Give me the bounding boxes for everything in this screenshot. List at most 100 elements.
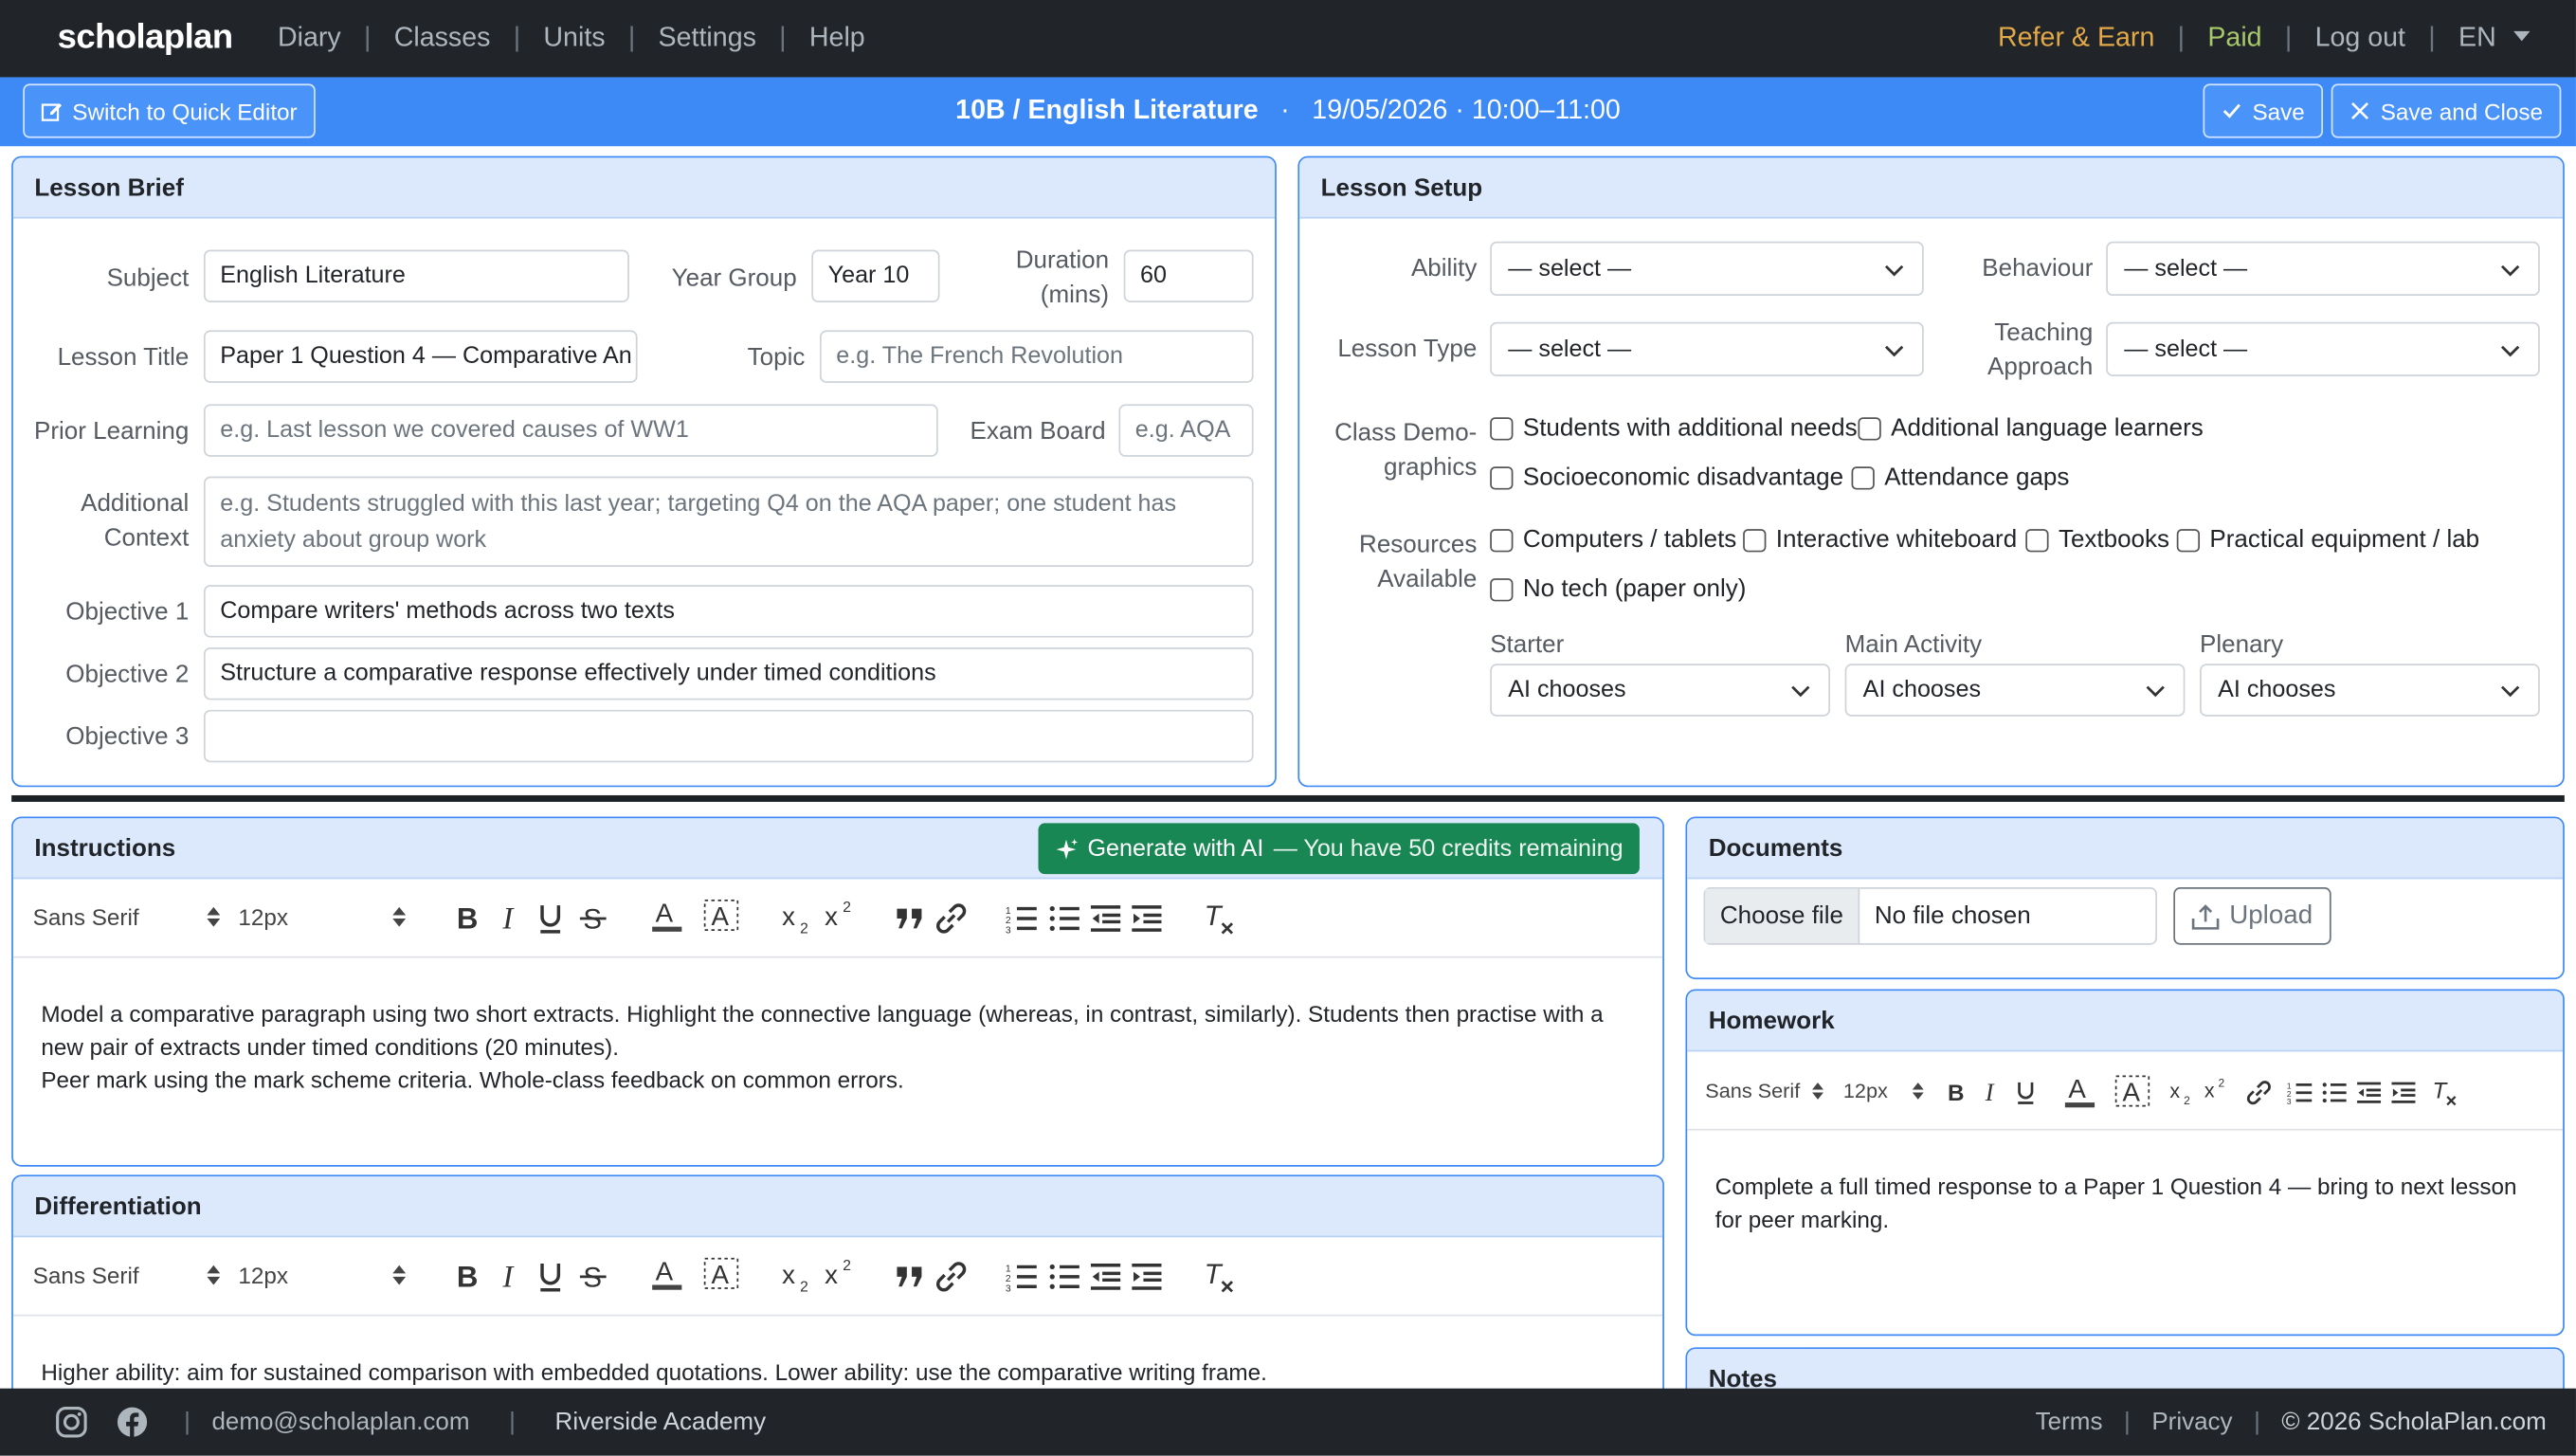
ordered-list-icon[interactable]: 123 (1006, 1261, 1039, 1294)
highlight-color-icon[interactable]: A (703, 897, 739, 933)
year-group-input[interactable]: Year 10 (811, 249, 940, 302)
prior-learning-input[interactable]: e.g. Last lesson we covered causes of WW… (203, 404, 938, 457)
clear-format-icon[interactable]: T (2430, 1078, 2459, 1107)
underline-icon[interactable] (535, 1261, 565, 1294)
bullet-list-icon[interactable] (2321, 1080, 2348, 1106)
link-icon[interactable] (934, 902, 968, 936)
differentiation-editor[interactable]: Higher ability: aim for sustained compar… (13, 1356, 1662, 1389)
font-family-select[interactable]: Sans Serif (1705, 1080, 1800, 1102)
lesson-type-select[interactable]: — select — (1490, 321, 1924, 376)
objective-3-input[interactable] (203, 709, 1254, 763)
font-size-select[interactable]: 12px (1843, 1080, 1888, 1102)
blockquote-icon[interactable] (894, 1262, 927, 1291)
indent-icon[interactable] (2390, 1080, 2417, 1106)
bold-icon[interactable]: B (453, 902, 482, 936)
blockquote-icon[interactable] (894, 903, 927, 933)
topic-input[interactable]: e.g. The French Revolution (819, 330, 1254, 383)
strikethrough-icon[interactable]: S (578, 1261, 608, 1294)
demo-additional-needs-checkbox[interactable]: Students with additional needs (1490, 414, 1858, 442)
paid-status[interactable]: Paid (2207, 23, 2261, 54)
bullet-list-icon[interactable] (1048, 902, 1081, 936)
behaviour-select[interactable]: — select — (2106, 241, 2540, 297)
superscript-icon[interactable]: x2 (2203, 1076, 2230, 1102)
nav-classes[interactable]: Classes (394, 23, 491, 54)
language-dropdown[interactable]: EN (2458, 23, 2531, 54)
bold-icon[interactable]: B (453, 1261, 482, 1294)
subscript-icon[interactable]: x2 (2168, 1080, 2196, 1106)
outdent-icon[interactable] (2356, 1080, 2383, 1106)
subject-input[interactable]: English Literature (203, 249, 629, 302)
clear-format-icon[interactable]: T (1201, 901, 1237, 937)
text-color-icon[interactable]: A (650, 1255, 683, 1291)
additional-context-textarea[interactable]: e.g. Students struggled with this last y… (203, 476, 1254, 568)
lesson-setup-card: Lesson Setup Ability — select — Behaviou… (1297, 155, 2565, 788)
duration-input[interactable]: 60 (1123, 249, 1254, 302)
outdent-icon[interactable] (1089, 902, 1122, 936)
homework-editor[interactable]: Complete a full timed response to a Pape… (1687, 1170, 2563, 1235)
demo-socioeconomic-checkbox[interactable]: Socioeconomic disadvantage (1490, 464, 1843, 491)
nav-diary[interactable]: Diary (278, 23, 341, 54)
objective-1-input[interactable]: Compare writers' methods across two text… (203, 585, 1254, 638)
starter-select[interactable]: AI chooses (1490, 664, 1831, 717)
underline-icon[interactable] (2014, 1080, 2037, 1106)
upload-button[interactable]: Upload (2173, 887, 2331, 945)
link-icon[interactable] (2246, 1080, 2273, 1106)
resource-textbooks-checkbox[interactable]: Textbooks (2025, 526, 2169, 554)
teaching-approach-select[interactable]: — select — (2106, 321, 2540, 376)
highlight-color-icon[interactable]: A (2114, 1073, 2150, 1109)
terms-link[interactable]: Terms (2036, 1409, 2103, 1436)
plenary-select[interactable]: AI chooses (2200, 664, 2540, 717)
demo-language-learners-checkbox[interactable]: Additional language learners (1858, 414, 2204, 442)
font-size-select[interactable]: 12px (238, 903, 288, 930)
logout-link[interactable]: Log out (2315, 23, 2405, 54)
resource-no-tech-checkbox[interactable]: No tech (paper only) (1490, 575, 1746, 603)
strikethrough-icon[interactable]: S (578, 902, 608, 936)
instagram-icon[interactable] (56, 1406, 87, 1438)
font-family-select[interactable]: Sans Serif (33, 903, 139, 930)
objective-2-input[interactable]: Structure a comparative response effecti… (203, 646, 1254, 701)
ordered-list-icon[interactable]: 123 (2287, 1080, 2313, 1106)
link-icon[interactable] (934, 1261, 968, 1294)
font-family-select[interactable]: Sans Serif (33, 1262, 139, 1288)
demo-attendance-checkbox[interactable]: Attendance gaps (1851, 464, 2069, 491)
outdent-icon[interactable] (1089, 1261, 1122, 1294)
nav-settings[interactable]: Settings (659, 23, 756, 54)
text-color-icon[interactable]: A (650, 897, 683, 933)
font-size-select[interactable]: 12px (238, 1262, 288, 1288)
ordered-list-icon[interactable]: 123 (1006, 902, 1039, 936)
highlight-color-icon[interactable]: A (703, 1255, 739, 1291)
resource-computers-checkbox[interactable]: Computers / tablets (1490, 526, 1736, 554)
text-color-icon[interactable]: A (2063, 1073, 2096, 1109)
save-button[interactable]: Save (2203, 83, 2323, 138)
superscript-icon[interactable]: x2 (823, 899, 859, 932)
clear-format-icon[interactable]: T (1201, 1259, 1237, 1295)
bullet-list-icon[interactable] (1048, 1261, 1081, 1294)
indent-icon[interactable] (1131, 902, 1164, 936)
brand-logo[interactable]: scholaplan (58, 18, 233, 58)
lesson-title-input[interactable]: Paper 1 Question 4 — Comparative An (203, 330, 638, 383)
italic-icon[interactable]: I (1981, 1080, 2003, 1106)
bold-icon[interactable]: B (1945, 1080, 1968, 1106)
ability-select[interactable]: — select — (1490, 241, 1924, 297)
file-input[interactable]: Choose file No file chosen (1703, 887, 2157, 945)
privacy-link[interactable]: Privacy (2151, 1409, 2232, 1436)
italic-icon[interactable]: I (498, 902, 524, 936)
superscript-icon[interactable]: x2 (823, 1257, 859, 1290)
resource-practical-checkbox[interactable]: Practical equipment / lab (2176, 526, 2479, 554)
choose-file-button[interactable]: Choose file (1705, 888, 1860, 943)
underline-icon[interactable] (535, 902, 565, 936)
instructions-editor[interactable]: Model a comparative paragraph using two … (13, 997, 1662, 1096)
nav-units[interactable]: Units (543, 23, 605, 54)
subscript-icon[interactable]: x2 (780, 1261, 816, 1294)
indent-icon[interactable] (1131, 1261, 1164, 1294)
refer-earn-link[interactable]: Refer & Earn (1998, 23, 2154, 54)
italic-icon[interactable]: I (498, 1261, 524, 1294)
subscript-icon[interactable]: x2 (780, 902, 816, 936)
nav-help[interactable]: Help (809, 23, 865, 54)
main-activity-select[interactable]: AI chooses (1844, 664, 2186, 717)
resource-whiteboard-checkbox[interactable]: Interactive whiteboard (1743, 526, 2017, 554)
facebook-icon[interactable] (117, 1407, 148, 1438)
exam-board-input[interactable]: e.g. AQA (1118, 404, 1254, 457)
save-and-close-button[interactable]: Save and Close (2331, 83, 2562, 138)
generate-ai-button[interactable]: Generate with AI — You have 50 credits r… (1038, 823, 1640, 875)
